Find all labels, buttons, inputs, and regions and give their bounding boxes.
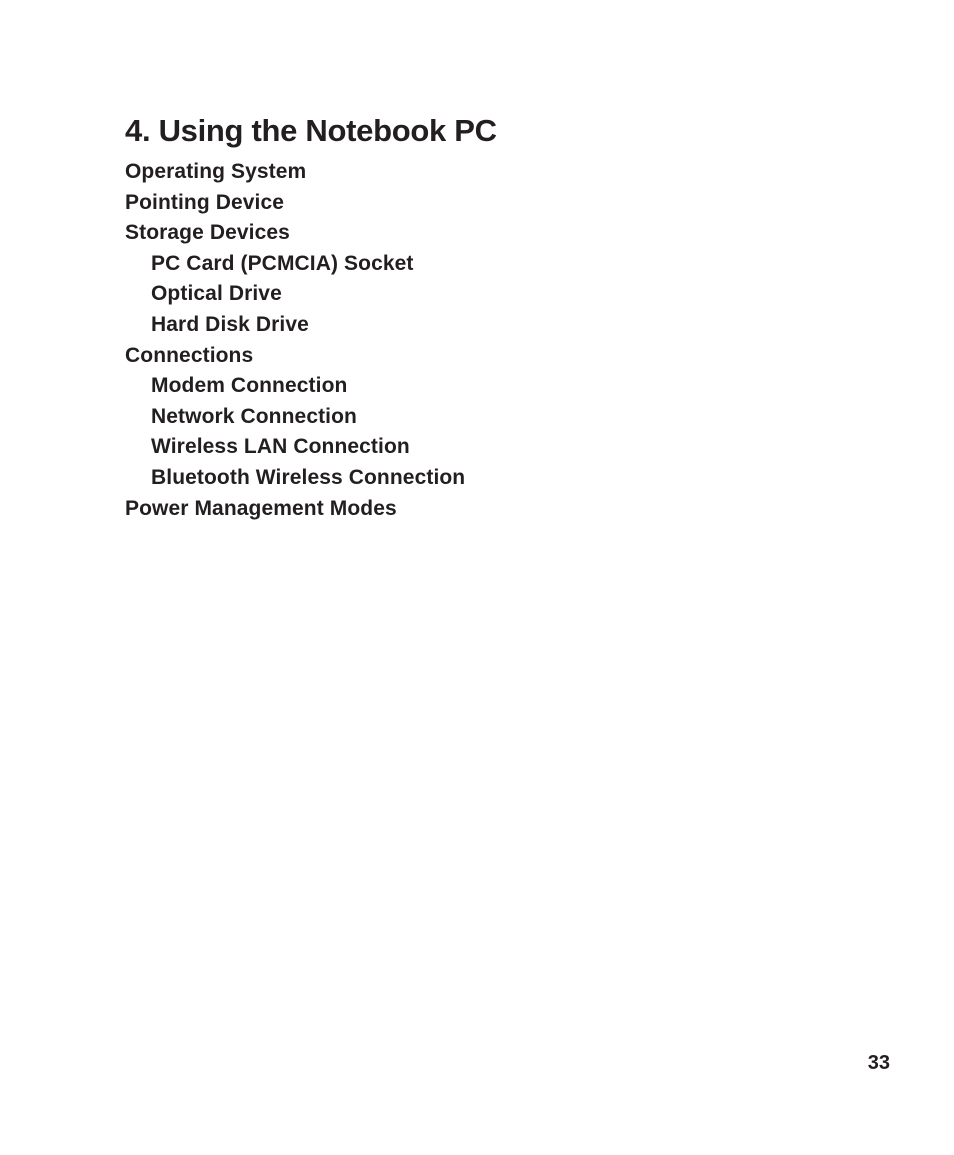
toc-item-hard-disk-drive: Hard Disk Drive	[151, 312, 309, 336]
chapter-contents-list: Operating System Pointing Device Storage…	[125, 157, 465, 524]
toc-item-optical-drive: Optical Drive	[151, 282, 282, 306]
toc-item-network-connection: Network Connection	[151, 404, 357, 428]
toc-item-storage-devices: Storage Devices	[125, 221, 290, 245]
toc-item-wireless-lan-connection: Wireless LAN Connection	[151, 435, 410, 459]
chapter-title: 4. Using the Notebook PC	[125, 113, 497, 148]
toc-item-bluetooth-wireless-connection: Bluetooth Wireless Connection	[151, 465, 466, 489]
toc-item-operating-system: Operating System	[125, 160, 307, 183]
toc-item-connections: Connections	[125, 343, 254, 367]
toc-item-modem-connection: Modem Connection	[151, 374, 348, 398]
page-number: 33	[867, 1052, 890, 1074]
toc-item-pc-card-socket: PC Card (PCMCIA) Socket	[151, 251, 414, 275]
toc-item-power-management-modes: Power Management Modes	[125, 496, 397, 520]
toc-item-pointing-device: Pointing Device	[125, 190, 285, 214]
